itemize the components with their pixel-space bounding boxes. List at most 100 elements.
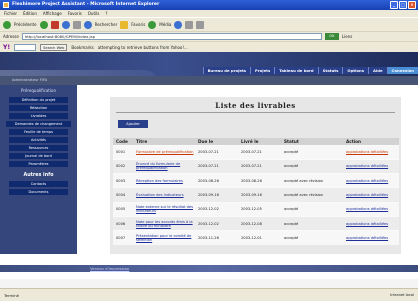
row-title-link[interactable]: Note pour les accords émis à la chaire d… <box>136 220 193 228</box>
stop-icon[interactable] <box>50 20 59 29</box>
menu-favorites[interactable]: Favoris <box>68 10 82 17</box>
window-title: Flexhimore Project Assistant - Microsoft… <box>12 2 160 7</box>
favorites-star-icon[interactable] <box>120 20 129 29</box>
row-code: 0003 <box>113 173 133 188</box>
sidebar-item-activites[interactable]: Activités <box>9 137 68 143</box>
row-status: accepté avec révision <box>281 173 343 188</box>
search-label[interactable]: Rechercher <box>95 22 118 27</box>
forward-arrow-icon[interactable] <box>39 20 48 29</box>
refresh-icon[interactable] <box>61 20 70 29</box>
row-code: 0004 <box>113 187 133 203</box>
row-delivered: 2003-12-05 <box>238 201 281 217</box>
maximize-button[interactable]: □ <box>399 1 407 9</box>
table-row: 0005 Note externe sur le résultat des in… <box>113 201 399 217</box>
menu-help[interactable]: ? <box>105 10 107 17</box>
print-icon[interactable] <box>196 20 205 29</box>
print-version-link[interactable]: Version d'impression <box>90 266 129 271</box>
mail-icon[interactable] <box>185 20 194 29</box>
sidebar-item-contacts[interactable]: Contacts <box>9 181 68 187</box>
row-action-link[interactable]: approbations détaillées <box>346 179 388 183</box>
table-row: 0001 Formulaire de prérequalification 20… <box>113 144 399 160</box>
yahoo-logo[interactable]: Y! <box>3 44 10 51</box>
yahoo-search-input[interactable] <box>14 43 37 51</box>
nav-statuts[interactable]: Statuts <box>317 67 343 74</box>
row-delivered: 2003-07-21 <box>238 144 281 160</box>
row-delivered: 2003-12-01 <box>238 230 281 246</box>
row-delivered: 2003-07-21 <box>238 158 281 174</box>
menu-edit[interactable]: Édition <box>23 10 37 17</box>
sidebar-item-definition[interactable]: Définition du projet <box>9 97 68 103</box>
page-bottom-space <box>0 279 418 288</box>
address-bar: Adresse http://localhost:8080/GPEM/index… <box>0 31 418 41</box>
minimize-button[interactable]: _ <box>390 1 398 9</box>
sidebar-item-feuille-temps[interactable]: Feuille de temps <box>9 129 68 135</box>
media-label[interactable]: Média <box>159 22 171 27</box>
home-icon[interactable] <box>72 20 81 29</box>
menu-file[interactable]: Fichier <box>4 10 17 17</box>
row-delivered: 2003-08-26 <box>238 173 281 188</box>
row-action-link[interactable]: approbations détaillées <box>346 207 388 211</box>
links-label[interactable]: Liens <box>342 34 352 39</box>
row-title-link[interactable]: Énoncé du formulaire de prérequalificati… <box>136 162 180 170</box>
user-label: Administrateur FIFA <box>12 78 48 82</box>
row-code: 0002 <box>113 158 133 174</box>
row-action-link[interactable]: approbations détaillées <box>346 150 388 154</box>
row-delivered: 2003-09-16 <box>238 187 281 203</box>
ie-icon <box>3 2 9 8</box>
row-due: 2003-08-26 <box>195 173 238 188</box>
footer-strip <box>0 265 418 272</box>
row-title-link[interactable]: Évaluation des indicateurs <box>136 193 184 197</box>
row-delivered: 2003-12-08 <box>238 215 281 231</box>
table-row: 0003 Réception des formulaires 2003-08-2… <box>113 173 399 188</box>
nav-projets[interactable]: Projets <box>250 67 275 74</box>
status-bar: Terminé Intranet local <box>0 288 418 301</box>
col-title: Titre <box>133 138 195 145</box>
add-button[interactable]: Ajouter <box>118 120 148 128</box>
table-row: 0004 Évaluation des indicateurs 2003-09-… <box>113 187 399 203</box>
go-button[interactable]: OK <box>324 33 339 40</box>
menu-tools[interactable]: Outils <box>88 10 100 17</box>
address-input[interactable]: http://localhost:8080/GPEM/index.jsp <box>21 33 322 40</box>
sidebar-section-other: Autres info <box>23 173 54 178</box>
history-icon[interactable] <box>174 20 183 29</box>
sidebar-item-livrables[interactable]: Livrables <box>9 113 68 119</box>
table-row: 0006 Note pour les accords émis à la cha… <box>113 215 399 231</box>
row-status: accepté <box>281 144 343 160</box>
user-bar: Administrateur FIFA <box>0 76 418 85</box>
sidebar-item-redaction[interactable]: Rédaction <box>9 105 68 111</box>
back-label[interactable]: Précédente <box>14 22 37 27</box>
nav-tableau-de-bord[interactable]: Tableau de bord <box>274 67 318 74</box>
favorites-label[interactable]: Favoris <box>131 22 145 27</box>
sidebar-item-parametres[interactable]: Paramètres <box>9 161 68 167</box>
row-action-link[interactable]: approbations détaillées <box>346 236 388 240</box>
row-title-link[interactable]: Formulaire de prérequalification <box>136 150 194 154</box>
search-icon[interactable] <box>83 20 92 29</box>
media-icon[interactable] <box>148 20 157 29</box>
col-action: Action <box>343 138 399 145</box>
nav-connexion[interactable]: Connexion <box>386 67 418 74</box>
sidebar-item-changements[interactable]: Demandes de changement <box>6 121 71 127</box>
col-code: Code <box>113 138 133 145</box>
menu-bar: Fichier Édition Affichage Favoris Outils… <box>0 10 418 17</box>
row-status: accepté avec révision <box>281 187 343 203</box>
search-web-button[interactable]: Search Web <box>40 43 68 51</box>
table-header-row: Code Titre Due le Livré le Statut Action <box>113 138 399 145</box>
row-action-link[interactable]: approbations détaillées <box>346 222 388 226</box>
nav-options[interactable]: Options <box>342 67 368 74</box>
row-action-link[interactable]: approbations détaillées <box>346 193 388 197</box>
title-divider <box>116 112 395 113</box>
sidebar-item-documents[interactable]: Documents <box>9 189 68 195</box>
nav-aide[interactable]: Aide <box>368 67 387 74</box>
row-action-link[interactable]: approbations détaillées <box>346 164 388 168</box>
address-label: Adresse <box>3 34 19 39</box>
close-button[interactable]: × <box>408 1 416 9</box>
sidebar-item-journal[interactable]: Journal de bord <box>9 153 68 159</box>
row-title-link[interactable]: Réception des formulaires <box>136 179 183 183</box>
menu-view[interactable]: Affichage <box>43 10 62 17</box>
sidebar-item-ressources[interactable]: Ressources <box>9 145 68 151</box>
nav-bureau-projets[interactable]: Bureau de projets <box>202 67 251 74</box>
row-title-link[interactable]: Note externe sur le résultat des indicat… <box>136 205 193 213</box>
back-arrow-icon[interactable] <box>3 20 11 29</box>
bookmarks-button[interactable]: Bookmarks <box>71 45 93 50</box>
row-title-link[interactable]: Présentation pour le comité de sélection <box>136 234 191 242</box>
